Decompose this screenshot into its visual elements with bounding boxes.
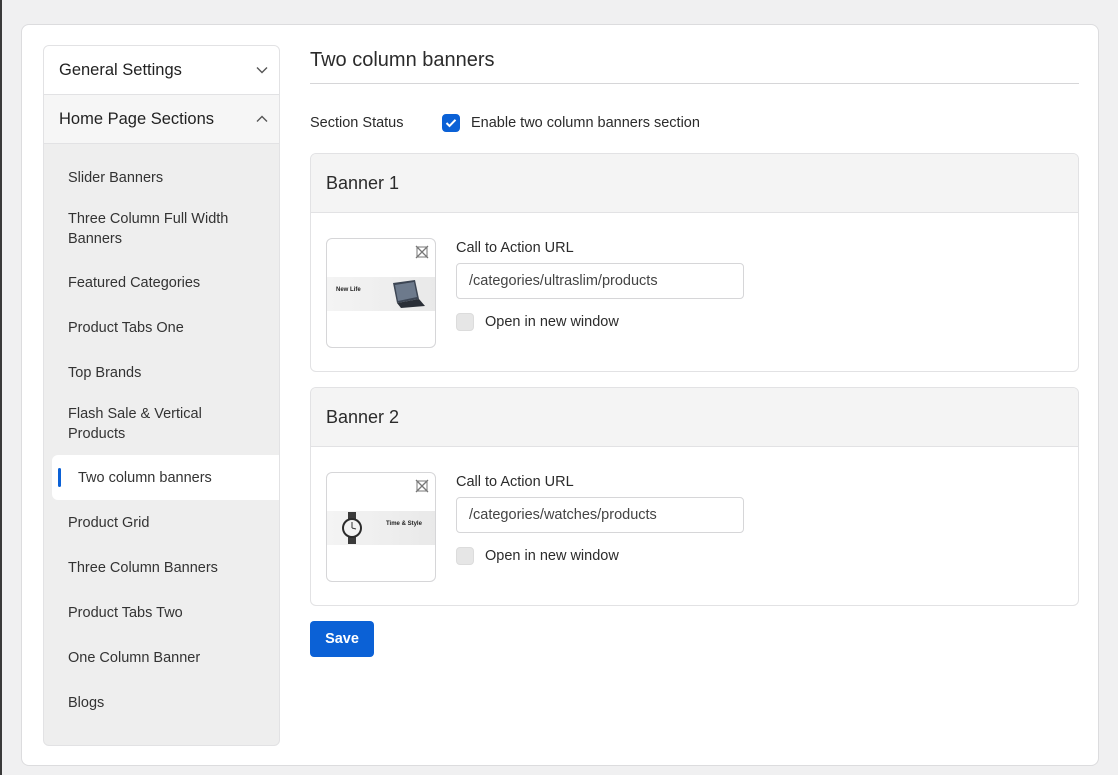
cta-url-label: Call to Action URL bbox=[456, 474, 574, 490]
watch-image bbox=[342, 512, 362, 544]
checkmark-icon bbox=[445, 119, 457, 128]
sidebar-item-slider-banners[interactable]: Slider Banners bbox=[44, 155, 279, 200]
sidebar-item-flash-sale-vertical-products[interactable]: Flash Sale & Vertical Products bbox=[44, 395, 279, 455]
sidebar-item-product-tabs-two[interactable]: Product Tabs Two bbox=[44, 590, 279, 635]
settings-card: General Settings Home Page Sections Slid… bbox=[21, 24, 1099, 766]
sidebar: General Settings Home Page Sections Slid… bbox=[43, 45, 280, 746]
open-new-window-label[interactable]: Open in new window bbox=[485, 314, 619, 330]
laptop-image bbox=[393, 280, 425, 308]
home-sections-list: Slider Banners Three Column Full Width B… bbox=[44, 144, 279, 725]
sidebar-item-top-brands[interactable]: Top Brands bbox=[44, 350, 279, 395]
banner-image-text: New Life bbox=[336, 287, 361, 293]
accordion-home-page-sections-label: Home Page Sections bbox=[59, 109, 215, 128]
remove-image-icon[interactable] bbox=[415, 245, 429, 259]
sidebar-item-three-column-banners[interactable]: Three Column Banners bbox=[44, 545, 279, 590]
banner-image: Time & Style bbox=[327, 511, 435, 545]
banner-panel: Banner 1 New Life Call to Action URL /ca… bbox=[310, 153, 1079, 372]
banner-fields: Call to Action URL /categories/watches/p… bbox=[456, 474, 744, 565]
sidebar-item-three-column-full-width-banners[interactable]: Three Column Full Width Banners bbox=[44, 200, 279, 260]
page-title: Two column banners bbox=[310, 45, 1079, 84]
open-new-window-row: Open in new window bbox=[456, 547, 744, 565]
window-edge bbox=[0, 0, 2, 775]
banner-title: Banner 1 bbox=[311, 154, 1078, 213]
banner-title: Banner 2 bbox=[311, 388, 1078, 447]
banner-image-thumbnail[interactable]: New Life bbox=[326, 238, 436, 348]
sidebar-item-one-column-banner[interactable]: One Column Banner bbox=[44, 635, 279, 680]
open-new-window-checkbox[interactable] bbox=[456, 313, 474, 331]
accordion-general-settings-label: General Settings bbox=[59, 60, 182, 79]
enable-section-label[interactable]: Enable two column banners section bbox=[471, 115, 700, 131]
chevron-up-icon bbox=[255, 112, 269, 126]
accordion-home-page-sections[interactable]: Home Page Sections bbox=[44, 95, 279, 144]
sidebar-item-product-grid[interactable]: Product Grid bbox=[44, 500, 279, 545]
cta-url-label: Call to Action URL bbox=[456, 240, 574, 256]
sidebar-item-featured-categories[interactable]: Featured Categories bbox=[44, 260, 279, 305]
sidebar-item-blogs[interactable]: Blogs bbox=[44, 680, 279, 725]
section-status-label: Section Status bbox=[310, 115, 404, 131]
open-new-window-checkbox[interactable] bbox=[456, 547, 474, 565]
sidebar-item-product-tabs-one[interactable]: Product Tabs One bbox=[44, 305, 279, 350]
banner-panel: Banner 2 Time & Style Call to Action URL… bbox=[310, 387, 1079, 606]
section-status-row: Section Status Enable two column banners… bbox=[310, 112, 1079, 134]
cta-url-input[interactable]: /categories/watches/products bbox=[456, 497, 744, 533]
open-new-window-label[interactable]: Open in new window bbox=[485, 548, 619, 564]
banner-body: Time & Style Call to Action URL /categor… bbox=[311, 447, 1078, 605]
chevron-down-icon bbox=[255, 63, 269, 77]
open-new-window-row: Open in new window bbox=[456, 313, 744, 331]
main-content: Two column banners Section Status Enable… bbox=[310, 45, 1079, 657]
banner-image: New Life bbox=[327, 277, 435, 311]
sidebar-item-two-column-banners[interactable]: Two column banners bbox=[52, 455, 279, 500]
cta-url-input[interactable]: /categories/ultraslim/products bbox=[456, 263, 744, 299]
save-button[interactable]: Save bbox=[310, 621, 374, 657]
enable-section-checkbox[interactable] bbox=[442, 114, 460, 132]
banner-body: New Life Call to Action URL /categories/… bbox=[311, 213, 1078, 371]
accordion-general-settings[interactable]: General Settings bbox=[44, 46, 279, 95]
banner-fields: Call to Action URL /categories/ultraslim… bbox=[456, 240, 744, 331]
remove-image-icon[interactable] bbox=[415, 479, 429, 493]
banner-image-text: Time & Style bbox=[386, 521, 422, 527]
banner-image-thumbnail[interactable]: Time & Style bbox=[326, 472, 436, 582]
